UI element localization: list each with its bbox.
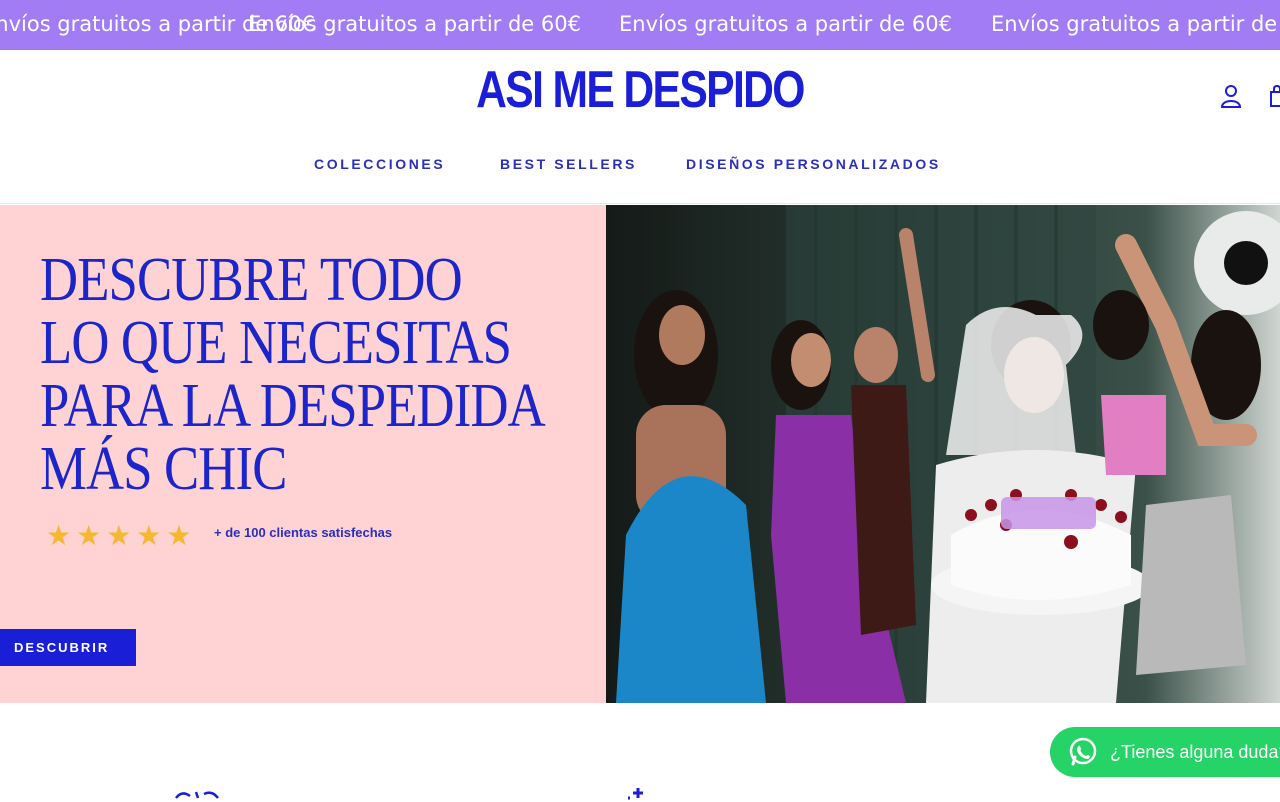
hero-banner: DESCUBRE TODO LO QUE NECESITAS PARA LA D… <box>0 205 606 703</box>
account-icon[interactable] <box>1220 84 1242 108</box>
descubrir-button[interactable]: DESCUBRIR <box>0 629 136 666</box>
nav-best-sellers[interactable]: BEST SELLERS <box>500 156 637 172</box>
site-header: ASI ME DESPIDO COLECCIONES BEST SELLERS … <box>0 50 1280 204</box>
announcement-text: Envíos gratuitos a partir de 60€ <box>991 12 1280 36</box>
party-photo-illustration <box>606 205 1280 703</box>
site-logo[interactable]: ASI ME DESPIDO <box>115 60 1165 120</box>
whatsapp-chat-button[interactable]: ¿Tienes alguna duda? <box>1050 727 1280 777</box>
cart-icon[interactable] <box>1270 84 1280 108</box>
rating-stars: ★★★★★ <box>46 520 197 551</box>
announcement-text: Envíos gratuitos a partir de 60€ <box>619 12 952 36</box>
hero-title-line: MÁS CHIC <box>40 435 287 503</box>
hero-title: DESCUBRE TODO LO QUE NECESITAS PARA LA D… <box>40 246 546 503</box>
announcement-bar: Envíos gratuitos a partir de 60€ Envíos … <box>0 0 1280 50</box>
whatsapp-icon <box>1069 737 1097 766</box>
hero-party-photo <box>606 205 1280 703</box>
hero-title-line: LO QUE NECESITAS <box>40 309 512 377</box>
whatsapp-text: ¿Tienes alguna duda? <box>1110 742 1280 762</box>
rating-text: + de 100 clientas satisfechas <box>214 525 393 540</box>
announcement-text: Envíos gratuitos a partir de 60€ <box>248 12 581 36</box>
hero-title-line: PARA LA DESPEDIDA <box>40 372 546 440</box>
sparkle-icon <box>628 788 643 800</box>
nav-disenos-personalizados[interactable]: DISEÑOS PERSONALIZADOS <box>686 156 941 172</box>
hero-title-line: DESCUBRE TODO <box>40 246 463 314</box>
nav-colecciones[interactable]: COLECCIONES <box>314 156 445 172</box>
